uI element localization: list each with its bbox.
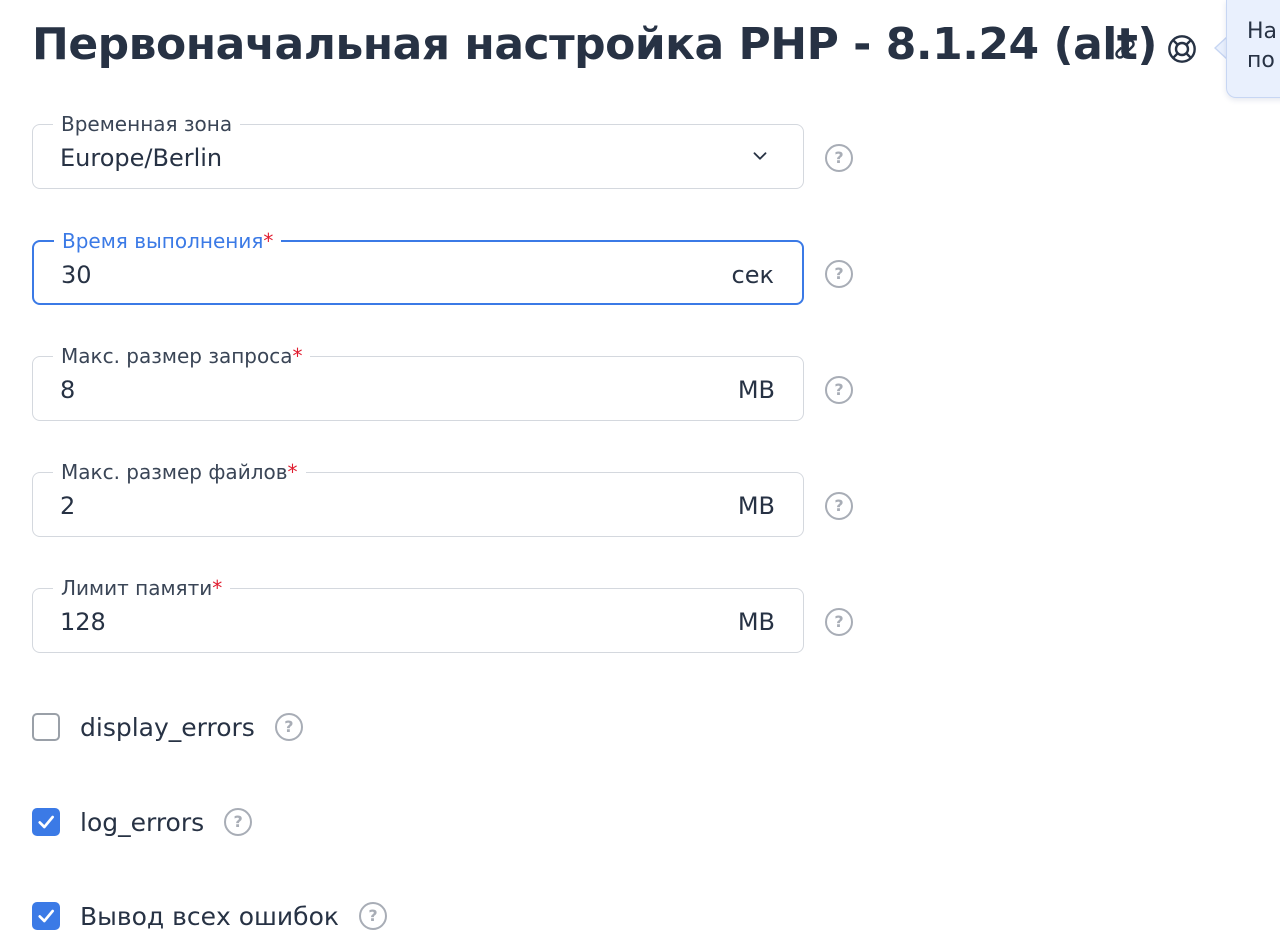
display-errors-checkbox[interactable]: [32, 713, 60, 741]
display-errors-row: display_errors ?: [32, 712, 303, 742]
max-file-size-unit: MB: [737, 492, 775, 520]
tooltip-line: На: [1247, 19, 1278, 44]
page-title: Первоначальная настройка PHP - 8.1.24 (a…: [32, 19, 1158, 70]
all-errors-checkbox[interactable]: [32, 902, 60, 930]
memory-limit-value[interactable]: 128: [60, 608, 106, 636]
all-errors-label[interactable]: Вывод всех ошибок: [80, 902, 339, 931]
log-errors-label[interactable]: log_errors: [80, 808, 204, 837]
max-request-size-value[interactable]: 8: [60, 376, 75, 404]
execution-time-unit: сек: [731, 261, 774, 289]
max-request-size-unit: MB: [737, 376, 775, 404]
all-errors-row: Вывод всех ошибок ?: [32, 901, 387, 931]
link-icon[interactable]: [1108, 32, 1142, 66]
log-errors-checkbox[interactable]: [32, 808, 60, 836]
log-errors-row: log_errors ?: [32, 807, 253, 837]
max-file-size-field[interactable]: Макс. размер файлов* 2 MB: [32, 460, 804, 537]
help-icon-max-request-size[interactable]: ?: [825, 376, 853, 404]
help-icon-all-errors[interactable]: ?: [358, 902, 387, 930]
timezone-value: Europe/Berlin: [60, 144, 223, 172]
help-icon-display-errors[interactable]: ?: [274, 713, 303, 741]
chevron-down-icon[interactable]: [749, 145, 771, 167]
help-icon-execution-time[interactable]: ?: [825, 260, 853, 288]
memory-limit-label: Лимит памяти*: [53, 576, 231, 600]
php-settings-page: Первоначальная настройка PHP - 8.1.24 (a…: [0, 0, 1280, 937]
lifebuoy-icon[interactable]: [1165, 32, 1199, 66]
checkmark-icon: [38, 909, 55, 923]
help-icon-log-errors[interactable]: ?: [224, 808, 253, 836]
checkmark-icon: [38, 815, 55, 829]
display-errors-label[interactable]: display_errors: [80, 713, 255, 742]
timezone-label: Временная зона: [53, 112, 241, 136]
help-icon-timezone[interactable]: ?: [825, 144, 853, 172]
max-file-size-value[interactable]: 2: [60, 492, 75, 520]
timezone-select[interactable]: Временная зона Europe/Berlin: [32, 112, 804, 189]
memory-limit-field[interactable]: Лимит памяти* 128 MB: [32, 576, 804, 653]
execution-time-value[interactable]: 30: [61, 261, 92, 289]
max-request-size-field[interactable]: Макс. размер запроса* 8 MB: [32, 344, 804, 421]
help-icon-memory-limit[interactable]: ?: [825, 608, 853, 636]
max-request-size-label: Макс. размер запроса*: [53, 344, 311, 368]
tooltip: На по: [1226, 0, 1280, 98]
tooltip-line: по: [1247, 48, 1275, 73]
memory-limit-unit: MB: [737, 608, 775, 636]
help-icon-max-file-size[interactable]: ?: [825, 492, 853, 520]
execution-time-label: Время выполнения*: [54, 229, 282, 253]
execution-time-field[interactable]: Время выполнения* 30 сек: [32, 229, 804, 305]
max-file-size-label: Макс. размер файлов*: [53, 460, 306, 484]
